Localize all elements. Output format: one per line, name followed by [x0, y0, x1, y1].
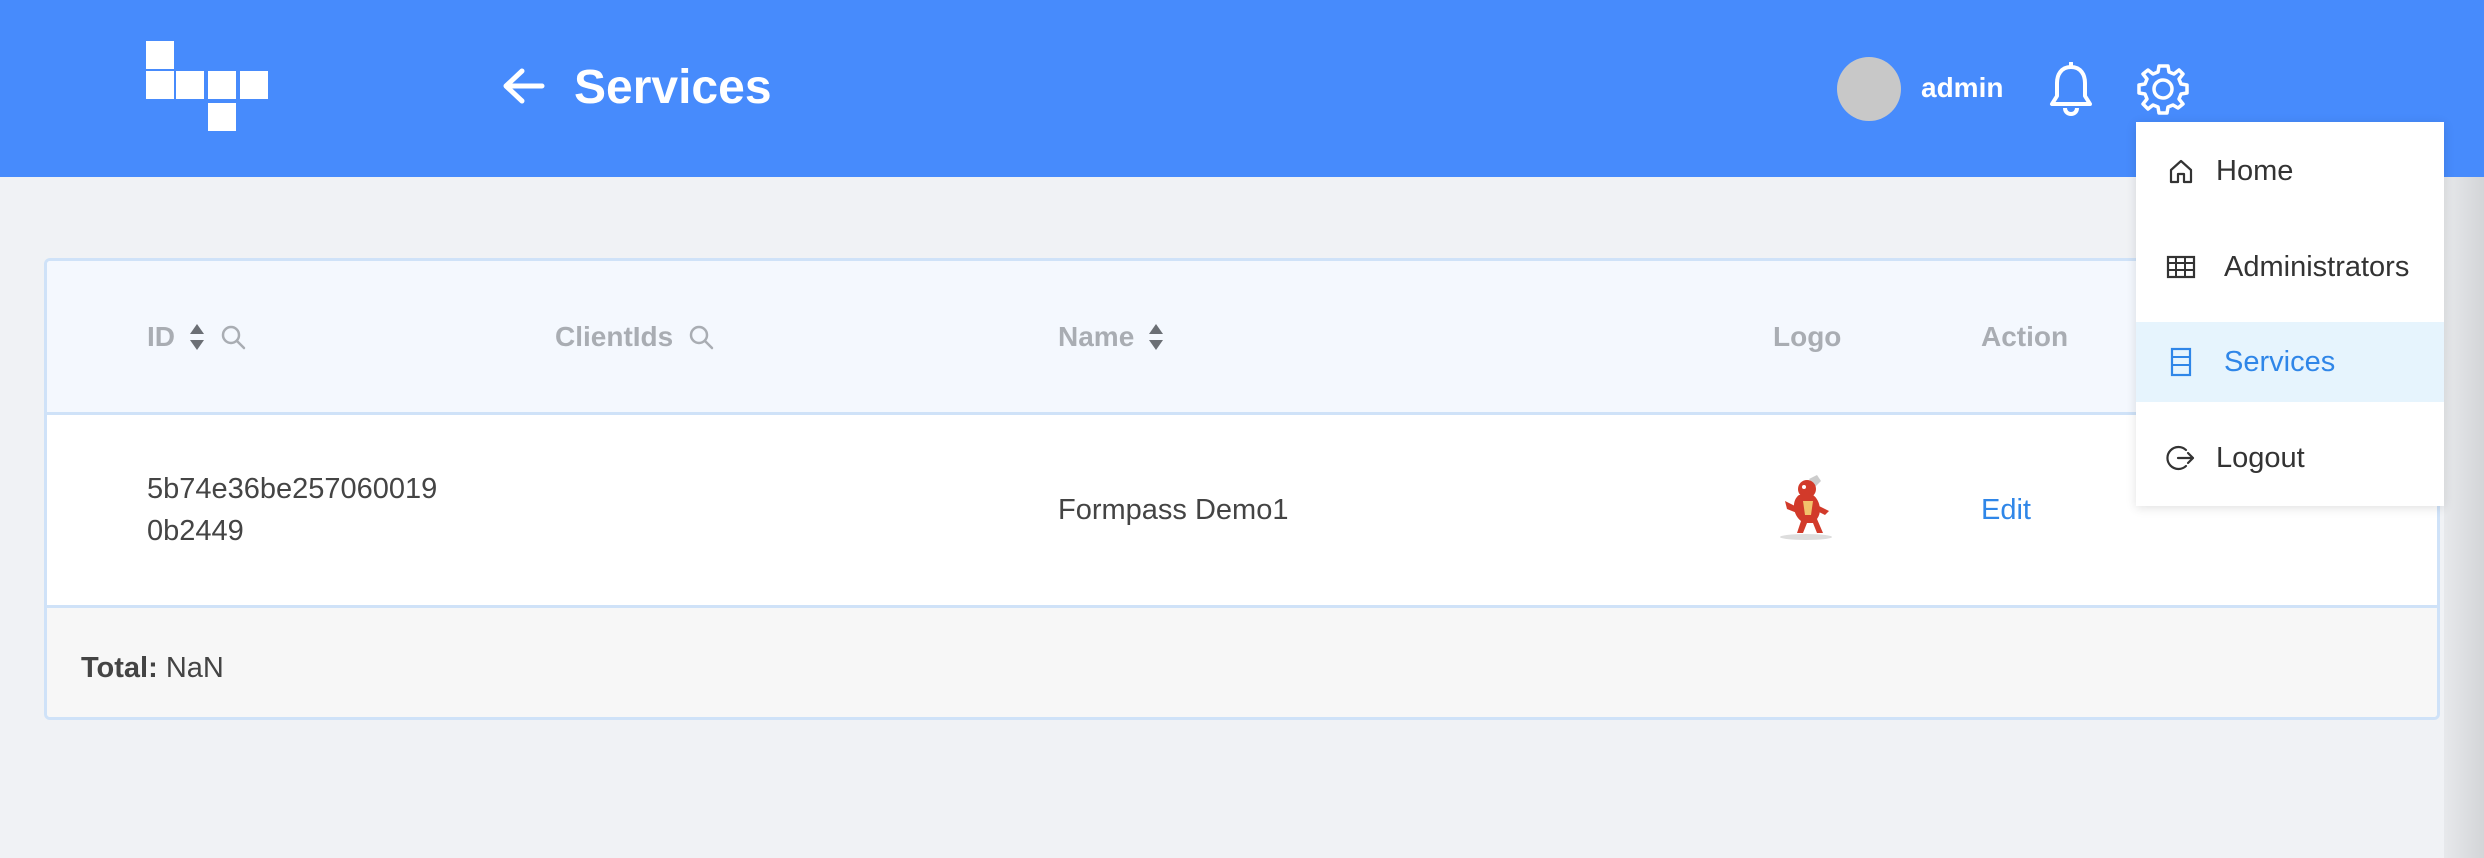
- total-label: Total:: [81, 652, 158, 684]
- column-header-label: Logo: [1773, 321, 1842, 352]
- logo-block: [208, 103, 236, 131]
- column-header-label: ClientIds: [555, 321, 674, 352]
- menu-item-label: Home: [2216, 155, 2294, 187]
- top-header: Services admin: [0, 0, 2484, 177]
- cell-id: 5b74e36be257060019 0b2449: [147, 468, 437, 552]
- services-table: ID ClientIds Name Logo Action 5b74e36be2…: [44, 258, 2440, 720]
- username-label[interactable]: admin: [1921, 70, 2003, 106]
- settings-dropdown-menu: Home Administrators Services Logout: [2136, 122, 2444, 506]
- table-header: ID ClientIds Name Logo Action: [47, 261, 2437, 415]
- column-header-id: ID: [147, 317, 247, 357]
- menu-item-label: Logout: [2216, 442, 2305, 474]
- logo-block: [176, 71, 204, 99]
- table-footer: Total: NaN: [47, 608, 2437, 717]
- logo-block: [146, 71, 174, 99]
- menu-item-services[interactable]: Services: [2136, 322, 2444, 402]
- menu-item-home[interactable]: Home: [2136, 131, 2444, 211]
- avatar[interactable]: [1837, 57, 1901, 121]
- search-icon[interactable]: [687, 323, 715, 351]
- menu-item-logout[interactable]: Logout: [2136, 418, 2444, 498]
- column-header-label: Name: [1058, 321, 1135, 352]
- gear-icon[interactable]: [2136, 62, 2190, 116]
- sort-icon[interactable]: [1148, 322, 1164, 352]
- column-header-action: Action: [1981, 317, 2068, 357]
- menu-item-label: Administrators: [2224, 251, 2410, 283]
- column-header-clientids: ClientIds: [555, 317, 715, 357]
- id-line: 0b2449: [147, 515, 244, 547]
- logout-icon: [2166, 445, 2195, 471]
- menu-item-label: Services: [2224, 346, 2336, 378]
- menu-item-administrators[interactable]: Administrators: [2136, 227, 2444, 307]
- id-line: 5b74e36be257060019: [147, 473, 438, 505]
- back-arrow-icon[interactable]: [500, 66, 546, 106]
- page-edge-shadow: [2444, 177, 2484, 858]
- page-title: Services: [574, 61, 772, 114]
- search-icon[interactable]: [219, 323, 247, 351]
- column-header-logo: Logo: [1773, 317, 1841, 357]
- home-icon: [2169, 159, 2193, 184]
- logo-block: [240, 71, 268, 99]
- cell-name: Formpass Demo1: [1058, 494, 1289, 526]
- bell-icon[interactable]: [2048, 62, 2094, 116]
- app-logo[interactable]: [146, 41, 272, 135]
- sort-icon[interactable]: [189, 322, 205, 352]
- server-icon: [2170, 347, 2192, 377]
- table-icon: [2166, 255, 2196, 279]
- service-logo-image: [1780, 475, 1832, 540]
- column-header-label: ID: [147, 321, 175, 352]
- edit-link[interactable]: Edit: [1981, 489, 2031, 531]
- column-header-name: Name: [1058, 317, 1164, 357]
- total-value: NaN: [165, 652, 224, 684]
- logo-block: [208, 71, 236, 99]
- logo-block: [146, 41, 174, 69]
- column-header-label: Action: [1981, 321, 2069, 352]
- total-count: Total: NaN: [81, 650, 224, 686]
- table-row: 5b74e36be257060019 0b2449 Formpass Demo1…: [47, 415, 2437, 608]
